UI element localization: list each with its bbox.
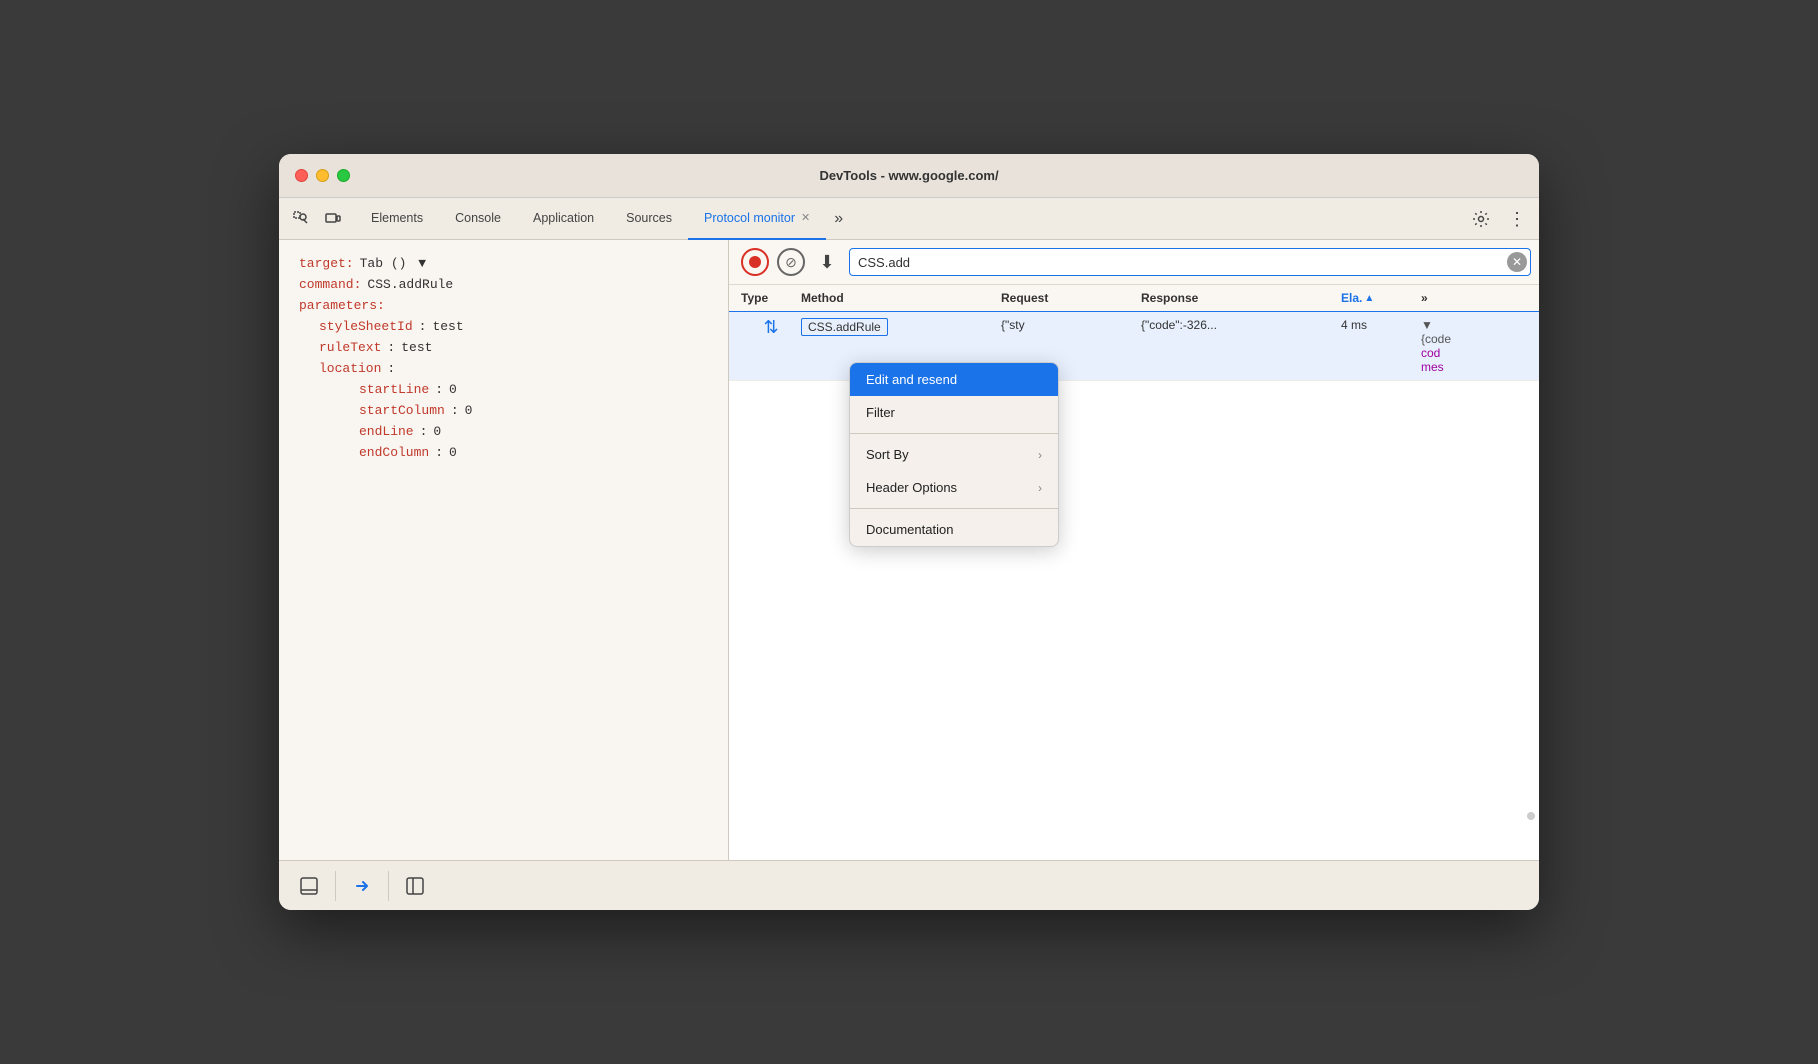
location-label: location bbox=[319, 361, 381, 376]
ctx-divider-2 bbox=[850, 508, 1058, 509]
startLine-row: startLine : 0 bbox=[359, 382, 708, 397]
styleSheetId-row: styleSheetId : test bbox=[319, 319, 708, 334]
tab-sources[interactable]: Sources bbox=[610, 198, 688, 240]
ctx-filter-label: Filter bbox=[866, 405, 895, 420]
scrollbar-thumb bbox=[1527, 812, 1535, 820]
close-button[interactable] bbox=[295, 169, 308, 182]
settings-icon[interactable] bbox=[1467, 205, 1495, 233]
col-elapsed-header[interactable]: Ela. ▲ bbox=[1341, 291, 1421, 305]
context-menu: Edit and resend Filter Sort By › Header … bbox=[849, 362, 1059, 547]
bottom-bar bbox=[279, 860, 1539, 910]
minimize-button[interactable] bbox=[316, 169, 329, 182]
table-body: ⇅ CSS.addRule {"sty {"code":-326... 4 ms… bbox=[729, 312, 1539, 860]
styleSheetId-value: test bbox=[432, 319, 463, 334]
ctx-sort-by-label: Sort By bbox=[866, 447, 909, 462]
devtools-window: DevTools - www.google.com/ Elements bbox=[279, 154, 1539, 910]
ruleText-label: ruleText bbox=[319, 340, 381, 355]
panel-toggle-icon[interactable] bbox=[295, 872, 323, 900]
command-value: CSS.addRule bbox=[367, 277, 453, 292]
ctx-divider-1 bbox=[850, 433, 1058, 434]
target-row: target: Tab () ▼ bbox=[299, 256, 708, 271]
elapsed-cell: 4 ms bbox=[1341, 318, 1421, 374]
main-area: target: Tab () ▼ command: CSS.addRule pa… bbox=[279, 240, 1539, 860]
command-label: command: bbox=[299, 277, 361, 292]
response-cell: {"code":-326... bbox=[1141, 318, 1341, 374]
clear-icon: ⊘ bbox=[785, 254, 797, 271]
parameters-row: parameters: bbox=[299, 298, 708, 313]
target-label: target: bbox=[299, 256, 354, 271]
tab-bar-right: ⋮ bbox=[1467, 205, 1531, 233]
send-button[interactable] bbox=[348, 872, 376, 900]
tab-bar: Elements Console Application Sources Pro… bbox=[279, 198, 1539, 240]
tab-protocol-monitor[interactable]: Protocol monitor ✕ bbox=[688, 198, 826, 240]
col-more-header[interactable]: » bbox=[1421, 291, 1461, 305]
ctx-edit-resend-label: Edit and resend bbox=[866, 372, 957, 387]
download-icon: ⬇ bbox=[819, 252, 834, 273]
ruleText-value: test bbox=[401, 340, 432, 355]
more-tabs-icon[interactable]: » bbox=[826, 198, 851, 240]
endColumn-value: 0 bbox=[449, 445, 457, 460]
search-input[interactable] bbox=[849, 248, 1531, 276]
startColumn-value: 0 bbox=[465, 403, 473, 418]
command-row: command: CSS.addRule bbox=[299, 277, 708, 292]
table-header: Type Method Request Response Ela. ▲ » bbox=[729, 285, 1539, 312]
search-clear-button[interactable]: ✕ bbox=[1507, 252, 1527, 272]
protocol-toolbar: ⊘ ⬇ ✕ bbox=[729, 240, 1539, 285]
sidebar-toggle-icon[interactable] bbox=[401, 872, 429, 900]
toolbar-left bbox=[287, 205, 347, 233]
left-panel: target: Tab () ▼ command: CSS.addRule pa… bbox=[279, 240, 729, 860]
ctx-sort-by-arrow: › bbox=[1038, 448, 1042, 462]
ruleText-row: ruleText : test bbox=[319, 340, 708, 355]
ctx-header-options-label: Header Options bbox=[866, 480, 957, 495]
col-type-header: Type bbox=[741, 291, 801, 305]
inspect-icon[interactable] bbox=[287, 205, 315, 233]
parameters-label: parameters: bbox=[299, 298, 385, 313]
endColumn-row: endColumn : 0 bbox=[359, 445, 708, 460]
col-method-header: Method bbox=[801, 291, 1001, 305]
endColumn-label: endColumn bbox=[359, 445, 429, 460]
endLine-value: 0 bbox=[433, 424, 441, 439]
window-title: DevTools - www.google.com/ bbox=[819, 168, 998, 183]
endLine-row: endLine : 0 bbox=[359, 424, 708, 439]
bottom-divider bbox=[335, 871, 336, 901]
clear-button[interactable]: ⊘ bbox=[777, 248, 805, 276]
record-button[interactable] bbox=[741, 248, 769, 276]
expand-cell: ▼ {code cod mes bbox=[1421, 318, 1461, 374]
right-panel: ⊘ ⬇ ✕ Type Method Request bbox=[729, 240, 1539, 860]
tab-console[interactable]: Console bbox=[439, 198, 517, 240]
startColumn-row: startColumn : 0 bbox=[359, 403, 708, 418]
col-request-header: Request bbox=[1001, 291, 1141, 305]
record-icon bbox=[749, 256, 761, 268]
location-row: location : bbox=[319, 361, 708, 376]
tab-application[interactable]: Application bbox=[517, 198, 610, 240]
ctx-edit-resend[interactable]: Edit and resend bbox=[850, 363, 1058, 396]
styleSheetId-label: styleSheetId bbox=[319, 319, 413, 334]
type-icon: ⇅ bbox=[741, 318, 801, 374]
ctx-header-options[interactable]: Header Options › bbox=[850, 471, 1058, 504]
maximize-button[interactable] bbox=[337, 169, 350, 182]
download-button[interactable]: ⬇ bbox=[813, 248, 841, 276]
menu-icon[interactable]: ⋮ bbox=[1503, 205, 1531, 233]
device-icon[interactable] bbox=[319, 205, 347, 233]
col-response-header: Response bbox=[1141, 291, 1341, 305]
tab-elements[interactable]: Elements bbox=[355, 198, 439, 240]
traffic-lights bbox=[295, 169, 350, 182]
endLine-label: endLine bbox=[359, 424, 414, 439]
startColumn-label: startColumn bbox=[359, 403, 445, 418]
target-value: Tab () ▼ bbox=[360, 256, 426, 271]
target-dropdown[interactable]: ▼ bbox=[418, 256, 426, 271]
ctx-sort-by[interactable]: Sort By › bbox=[850, 438, 1058, 471]
bottom-divider-2 bbox=[388, 871, 389, 901]
ctx-documentation[interactable]: Documentation bbox=[850, 513, 1058, 546]
title-bar: DevTools - www.google.com/ bbox=[279, 154, 1539, 198]
ctx-filter[interactable]: Filter bbox=[850, 396, 1058, 429]
ctx-header-options-arrow: › bbox=[1038, 481, 1042, 495]
startLine-label: startLine bbox=[359, 382, 429, 397]
startLine-value: 0 bbox=[449, 382, 457, 397]
tab-close-icon[interactable]: ✕ bbox=[801, 211, 810, 224]
ctx-documentation-label: Documentation bbox=[866, 522, 953, 537]
sort-asc-icon: ▲ bbox=[1364, 293, 1374, 304]
